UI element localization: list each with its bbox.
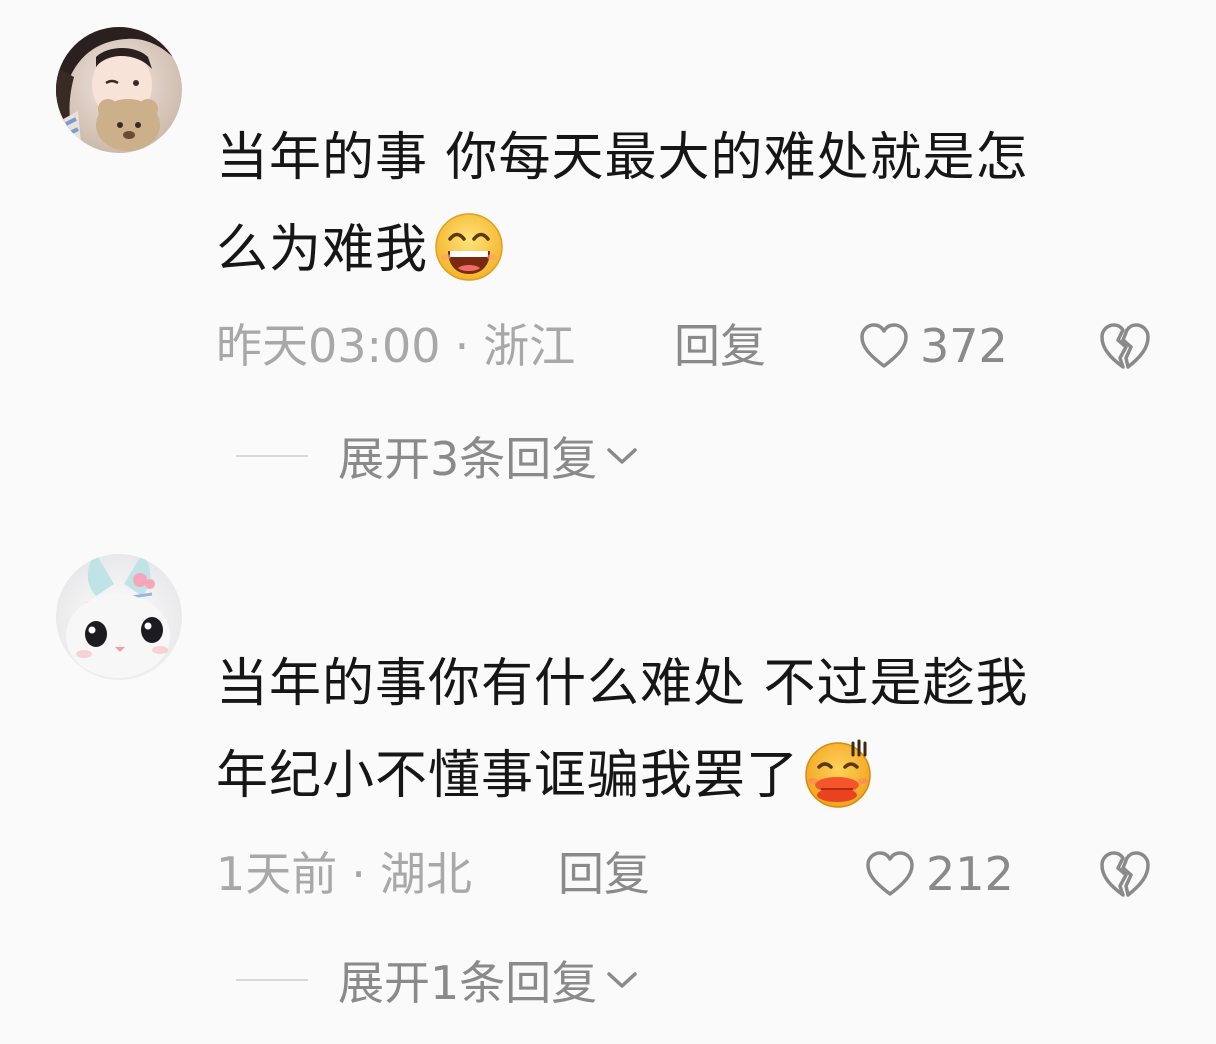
heart-icon (866, 851, 914, 896)
heart-icon (860, 323, 908, 368)
time-location: 昨天03:00 · 浙江 (216, 316, 575, 376)
divider-line (236, 455, 308, 457)
comment-item: 当年的事 你每天最大的难处就是怎 么为难我 昨天03:00 · 浙江 回复 37… (0, 0, 1216, 520)
comment-meta: 昨天03:00 · 浙江 回复 372 (216, 316, 1152, 376)
expand-replies-label: 展开1条回复 (338, 956, 598, 1010)
comment-text-line-1: 当年的事 你每天最大的难处就是怎 (216, 128, 1029, 188)
pouting-lips-emoji (801, 737, 879, 809)
expand-replies-label: 展开3条回复 (338, 432, 598, 486)
comment-meta: 1天前 · 湖北 回复 212 (216, 844, 1152, 904)
like-count: 212 (926, 847, 1014, 901)
comment-text-line-2-text: 么为难我 (216, 220, 429, 280)
comment-location: 湖北 (379, 847, 472, 901)
time-location: 1天前 · 湖北 (216, 844, 472, 904)
comment-text: 当年的事 你每天最大的难处就是怎 么为难我 (216, 112, 1146, 296)
comment-time: 1天前 (216, 847, 338, 901)
comment-text-line-2: 么为难我 (216, 204, 1146, 296)
divider-line (236, 979, 308, 981)
reply-button[interactable]: 回复 (558, 844, 650, 904)
like-button[interactable]: 212 (864, 844, 1014, 904)
separator-dot: · (351, 847, 366, 901)
grinning-face-emoji (430, 211, 508, 283)
chevron-down-icon (607, 448, 638, 464)
broken-heart-icon[interactable] (1098, 320, 1152, 372)
comment-location: 浙江 (483, 319, 576, 373)
expand-replies[interactable]: 展开1条回复 (236, 950, 639, 1010)
comment-time: 昨天03:00 (216, 319, 441, 373)
like-count: 372 (920, 319, 1008, 373)
comment-text-line-2-text: 年纪小不懂事诓骗我罢了 (216, 746, 800, 806)
like-button[interactable]: 372 (858, 316, 1008, 376)
avatar[interactable] (56, 554, 182, 680)
comment-text: 当年的事你有什么难处 不过是趁我 年纪小不懂事诓骗我罢了 (216, 638, 1146, 822)
chevron-down-icon (607, 972, 638, 988)
avatar[interactable] (56, 27, 182, 153)
comment-item: 当年的事你有什么难处 不过是趁我 年纪小不懂事诓骗我罢了 1天前 · 湖北 回复… (0, 524, 1216, 1044)
broken-heart-icon[interactable] (1098, 848, 1152, 900)
expand-replies[interactable]: 展开3条回复 (236, 426, 639, 486)
separator-dot: · (454, 319, 470, 373)
reply-button[interactable]: 回复 (674, 316, 766, 376)
comment-text-line-2: 年纪小不懂事诓骗我罢了 (216, 730, 1146, 822)
comment-text-line-1: 当年的事你有什么难处 不过是趁我 (216, 654, 1029, 714)
